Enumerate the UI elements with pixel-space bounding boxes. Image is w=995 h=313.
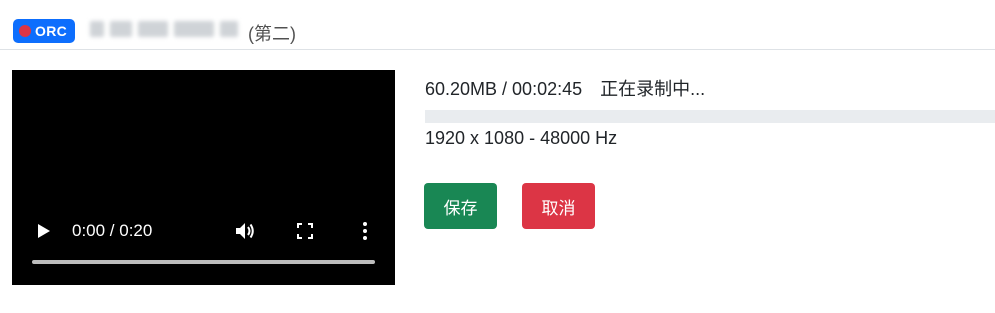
- volume-icon[interactable]: [234, 221, 256, 241]
- resolution-info: 1920 x 1080 - 48000 Hz: [425, 128, 618, 148]
- more-vertical-icon[interactable]: [361, 221, 369, 241]
- save-button[interactable]: 保存: [424, 183, 497, 229]
- record-dot-icon: [19, 25, 31, 37]
- badge-label: ORC: [35, 23, 68, 39]
- recording-badge: ORC: [13, 19, 76, 43]
- page-title: (第二): [248, 24, 296, 44]
- recording-info: 60.20MB / 00:02:45 正在录制中...: [425, 75, 705, 101]
- play-icon[interactable]: [38, 224, 50, 238]
- video-progress-bar[interactable]: [32, 260, 375, 264]
- recording-status: 正在录制中...: [600, 79, 706, 99]
- recording-progress-bar: [425, 110, 995, 123]
- size-duration: 60.20MB / 00:02:45: [425, 79, 583, 99]
- video-player[interactable]: 0:00 / 0:20: [12, 70, 395, 285]
- cancel-button[interactable]: 取消: [522, 183, 595, 229]
- fullscreen-icon[interactable]: [297, 223, 313, 239]
- video-controls: 0:00 / 0:20: [12, 205, 395, 285]
- video-time: 0:00 / 0:20: [72, 221, 153, 240]
- header-bar: ORC (第二): [0, 0, 995, 50]
